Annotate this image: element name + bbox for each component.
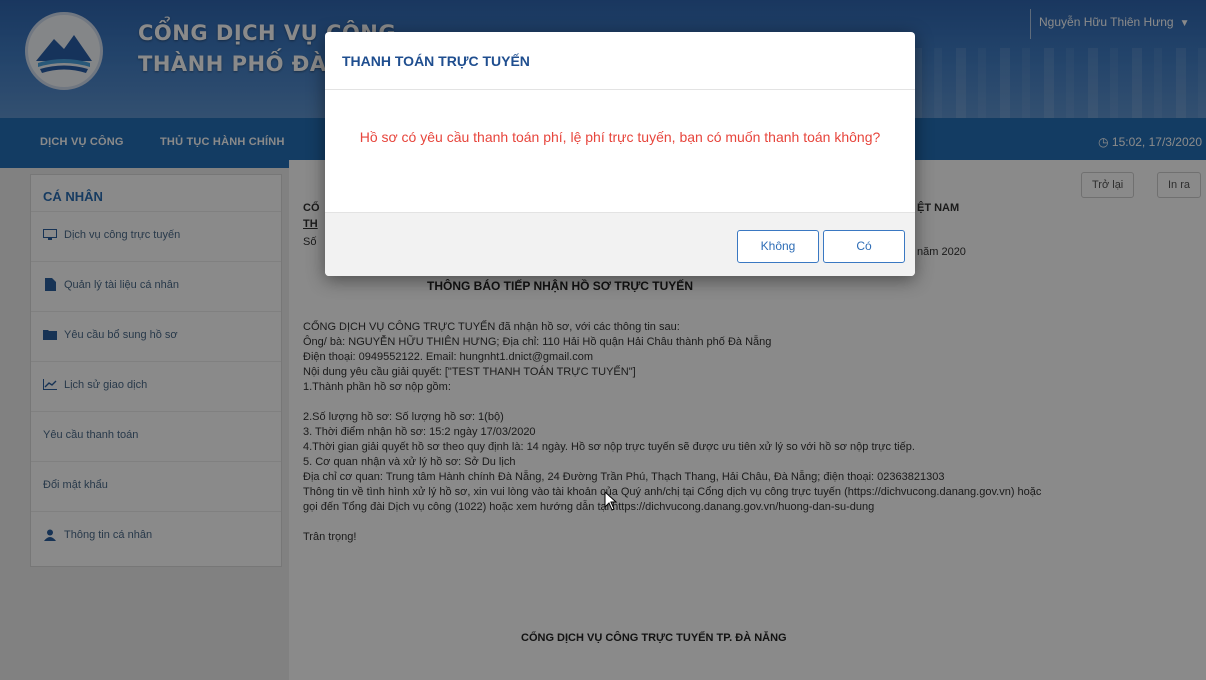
no-button[interactable]: Không [737,230,819,263]
payment-dialog: THANH TOÁN TRỰC TUYẾN Hồ sơ có yêu cầu t… [325,32,915,276]
dialog-title: THANH TOÁN TRỰC TUYẾN [342,53,530,69]
dialog-divider [325,89,915,90]
dialog-footer: Không Có [325,212,915,276]
yes-button[interactable]: Có [823,230,905,263]
mouse-cursor-icon [604,491,618,511]
dialog-message: Hồ sơ có yêu cầu thanh toán phí, lệ phí … [359,129,881,145]
